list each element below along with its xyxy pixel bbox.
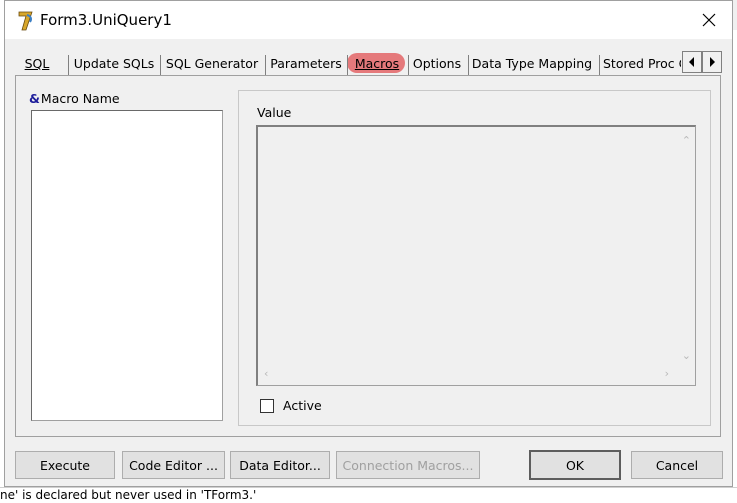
tab-separator <box>160 55 161 75</box>
data-editor-button[interactable]: Data Editor... <box>230 451 330 479</box>
tab-separator <box>265 55 266 75</box>
scroll-up-icon: ⌃ <box>681 134 691 147</box>
title-bar: Form3.UniQuery1 <box>5 1 732 39</box>
macro-name-label: &Macro Name <box>29 91 120 106</box>
tab-scroll-right-button[interactable] <box>702 51 722 73</box>
value-memo[interactable]: ⌃ ⌄ ‹ › <box>256 125 696 386</box>
code-editor-button[interactable]: Code Editor ... <box>122 451 225 479</box>
tab-macros[interactable]: Macros <box>349 51 405 76</box>
scroll-down-icon: ⌄ <box>681 349 691 362</box>
tab-separator <box>599 55 600 75</box>
tab-separator <box>347 55 348 75</box>
scroll-right-icon: › <box>664 367 669 380</box>
ok-button[interactable]: OK <box>529 450 621 480</box>
connection-macros-button[interactable]: Connection Macros... <box>336 451 480 479</box>
scroll-left-icon: ‹ <box>264 367 269 380</box>
macro-name-list[interactable] <box>31 110 223 421</box>
macro-amp-icon: & <box>29 91 40 106</box>
tab-sql[interactable]: SQL <box>23 51 51 76</box>
tab-separator <box>408 55 409 75</box>
tab-strip: SQL Update SQLs SQL Generator Parameters… <box>15 51 722 76</box>
ide-message-line: ne' is declared but never used in 'TForm… <box>0 487 737 503</box>
cancel-button[interactable]: Cancel <box>631 451 723 479</box>
active-checkbox-label[interactable]: Active <box>283 398 322 413</box>
tab-separator <box>468 55 469 75</box>
tab-parameters[interactable]: Parameters <box>269 51 343 76</box>
close-button[interactable] <box>686 1 732 39</box>
tab-data-type-mapping[interactable]: Data Type Mapping <box>471 51 593 76</box>
close-icon <box>702 13 716 27</box>
app-icon <box>18 11 33 31</box>
tab-options[interactable]: Options <box>411 51 463 76</box>
active-checkbox[interactable] <box>260 399 274 413</box>
execute-button[interactable]: Execute <box>15 451 115 479</box>
triangle-left-icon <box>689 57 694 67</box>
tab-stored-proc-call[interactable]: Stored Proc Ca <box>603 51 681 76</box>
ide-background-right <box>733 30 737 503</box>
window-title: Form3.UniQuery1 <box>40 11 172 29</box>
triangle-right-icon <box>710 57 715 67</box>
tab-sql-generator[interactable]: SQL Generator <box>165 51 259 76</box>
uniquery-editor-dialog: Form3.UniQuery1 SQL Update SQLs SQL Gene… <box>4 0 733 487</box>
tab-scroll-left-button[interactable] <box>682 51 702 73</box>
tab-update-sqls[interactable]: Update SQLs <box>73 51 155 76</box>
tab-separator <box>68 55 69 75</box>
value-label: Value <box>257 105 292 120</box>
